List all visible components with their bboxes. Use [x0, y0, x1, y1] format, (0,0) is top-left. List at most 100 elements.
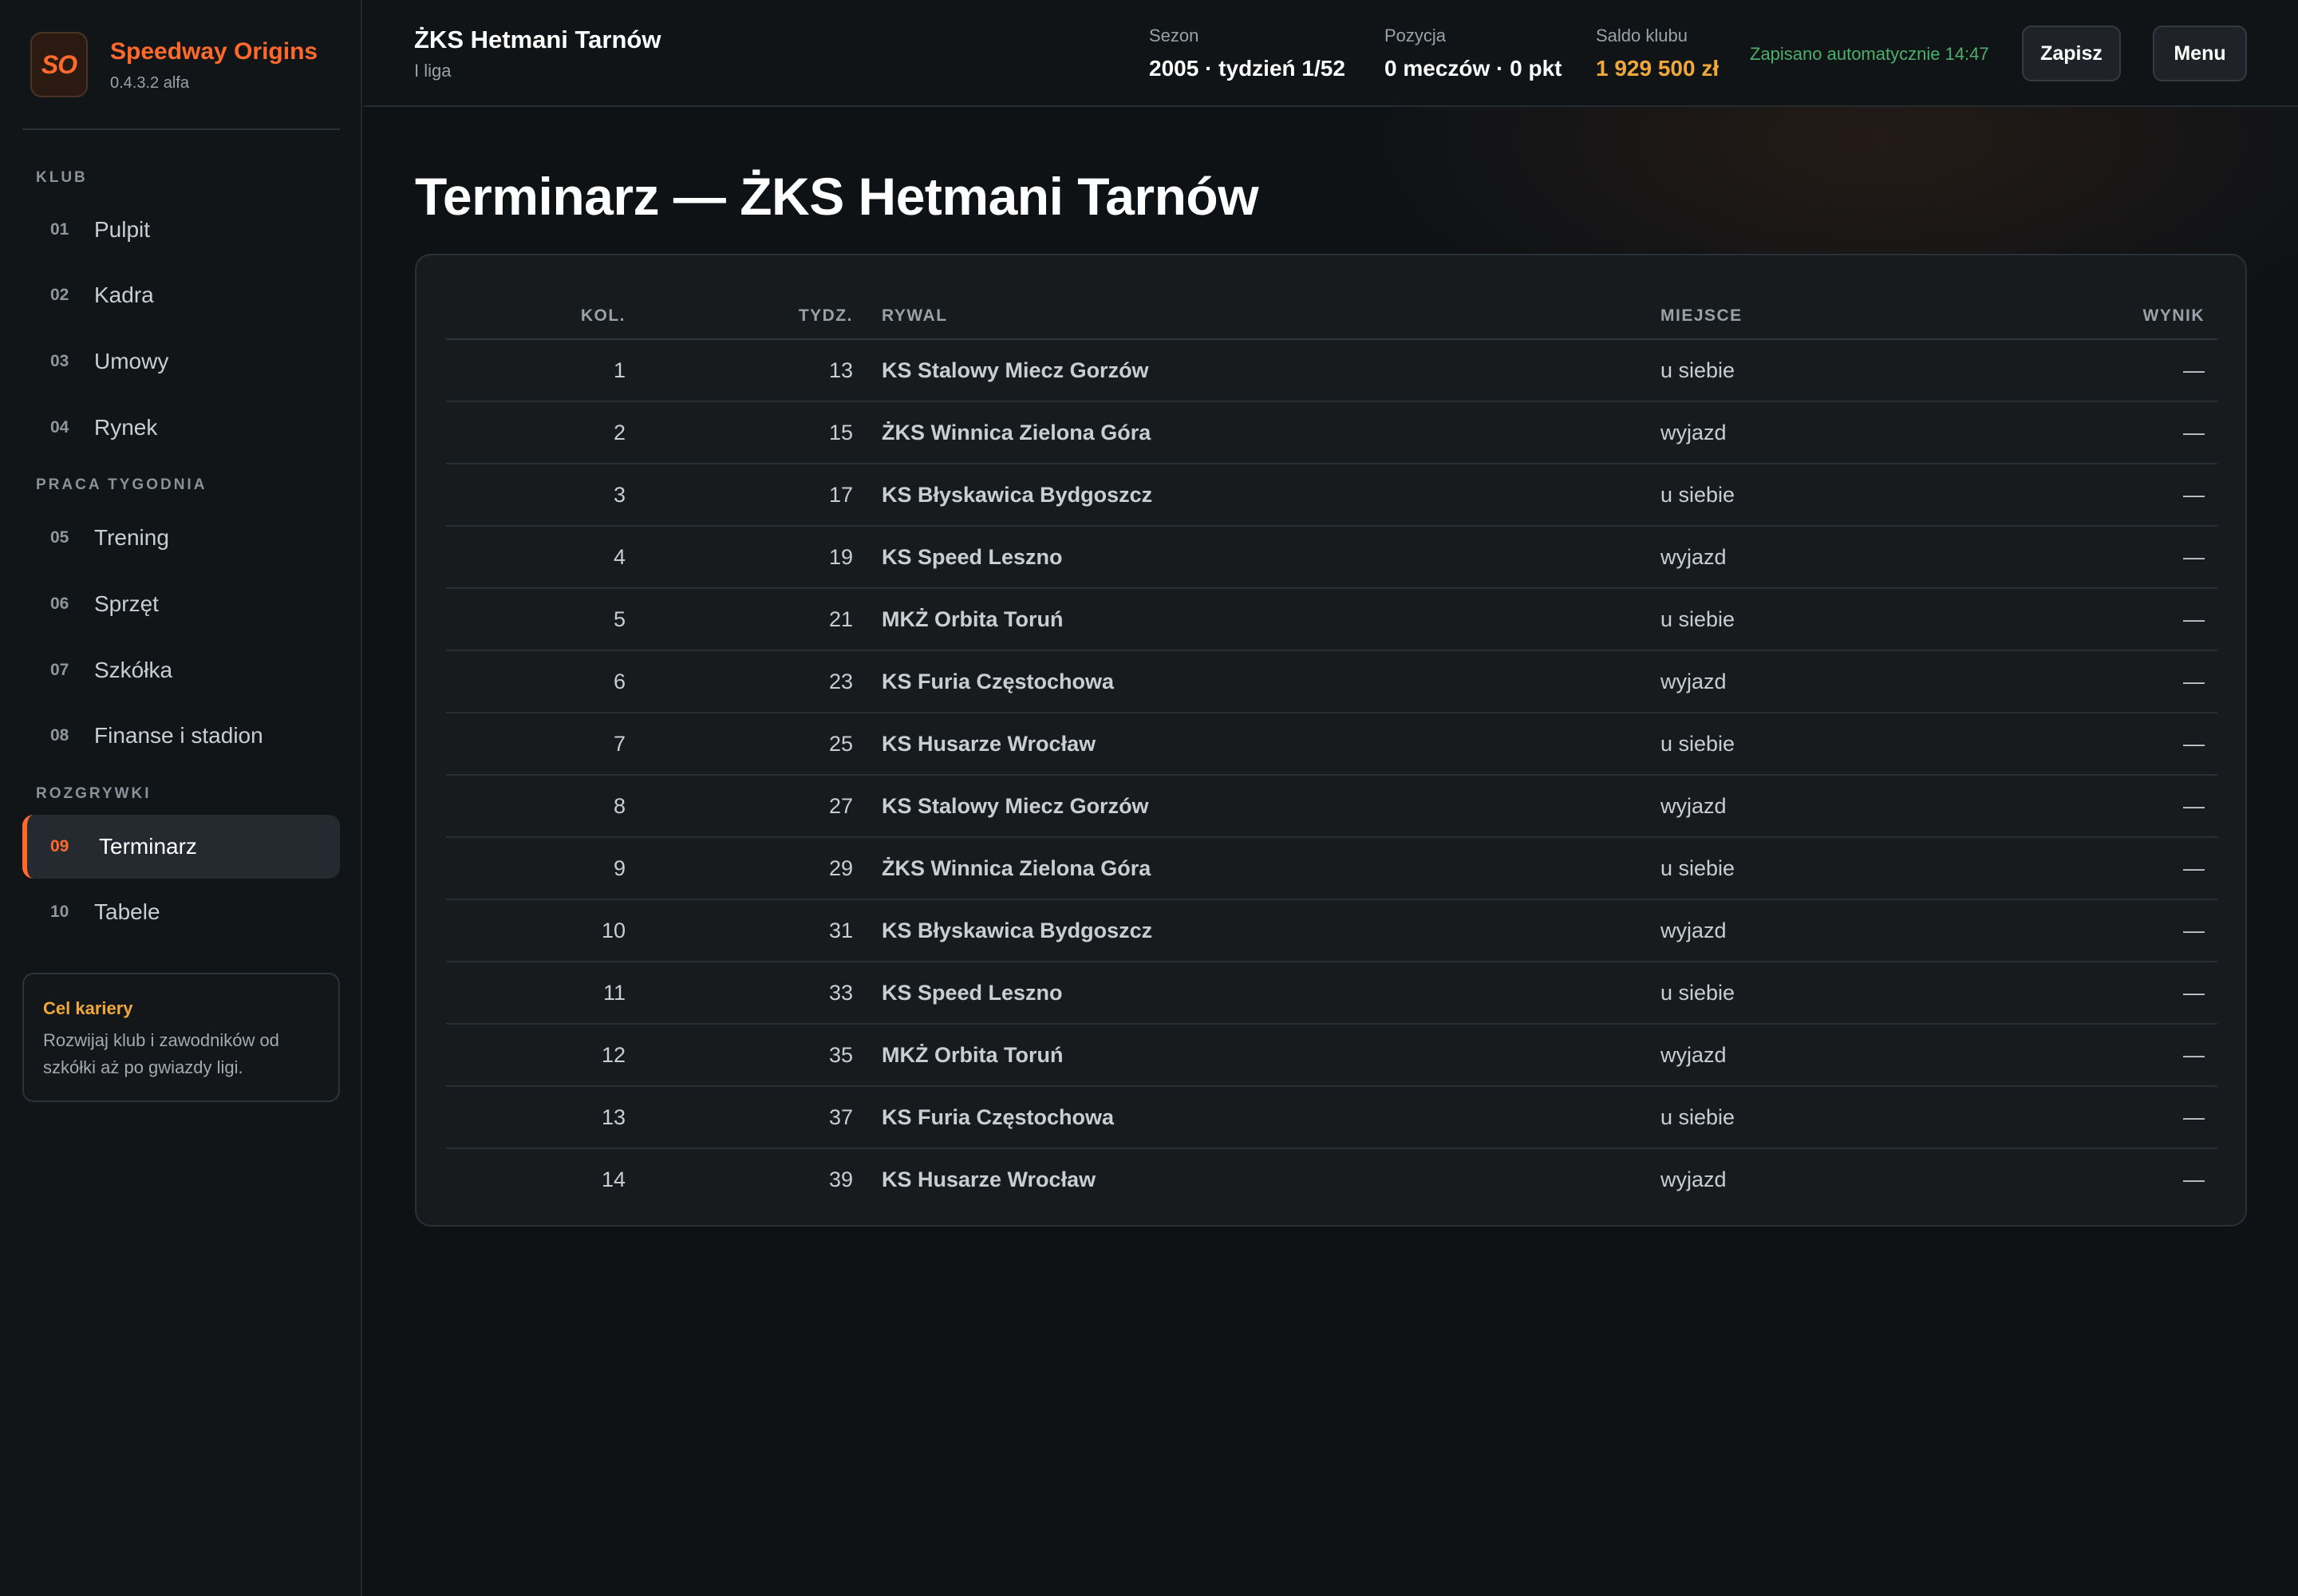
brand[interactable]: SO Speedway Origins 0.4.3.2 alfa [30, 32, 318, 97]
table-row[interactable]: 10 31 KS Błyskawica Bydgoszcz wyjazd — [446, 899, 2217, 962]
nav-number: 05 [50, 528, 69, 547]
nav-number: 08 [50, 726, 69, 745]
table-row[interactable]: 9 29 ŻKS Winnica Zielona Góra u siebie — [446, 837, 2217, 900]
cell-tydz: 15 [626, 401, 853, 464]
cell-miejsce: u siebie [1660, 464, 2085, 527]
cell-kol: 12 [446, 1024, 626, 1087]
save-button[interactable]: Zapisz [2022, 26, 2121, 81]
sidebar-item-pulpit[interactable]: 01 Pulpit [22, 198, 340, 262]
nav-label: Umowy [94, 349, 169, 373]
column-header-miejsce[interactable]: Miejsce [1660, 294, 2085, 340]
app-version: 0.4.3.2 alfa [110, 73, 189, 92]
column-header-kol[interactable]: Kol. [446, 294, 626, 340]
club-name: ŻKS Hetmani Tarnów [414, 26, 661, 53]
sidebar-item-sprzet[interactable]: 06 Sprzęt [22, 572, 340, 636]
nav-label: Sprzęt [94, 591, 159, 616]
app-logo: SO [30, 32, 88, 97]
table-row[interactable]: 11 33 KS Speed Leszno u siebie — [446, 962, 2217, 1025]
cell-wynik: — [2085, 899, 2217, 962]
cell-kol: 13 [446, 1086, 626, 1149]
cell-miejsce: wyjazd [1660, 1024, 2085, 1087]
table-row[interactable]: 12 35 MKŻ Orbita Toruń wyjazd — [446, 1024, 2217, 1087]
table-row[interactable]: 7 25 KS Husarze Wrocław u siebie — [446, 713, 2217, 776]
section-title-klub: Klub [36, 169, 88, 186]
cell-kol: 10 [446, 899, 626, 962]
nav-number: 09 [50, 837, 69, 855]
cell-tydz: 33 [626, 962, 853, 1025]
table-row[interactable]: 2 15 ŻKS Winnica Zielona Góra wyjazd — [446, 401, 2217, 464]
cell-kol: 7 [446, 713, 626, 776]
sidebar-item-szkolka[interactable]: 07 Szkółka [22, 638, 340, 702]
sidebar-item-finanse[interactable]: 08 Finanse i stadion [22, 704, 340, 768]
cell-tydz: 21 [626, 588, 853, 651]
position-stat: Pozycja 0 meczów · 0 pkt [1384, 26, 1562, 81]
sidebar-item-trening[interactable]: 05 Trening [22, 506, 340, 570]
cell-miejsce: u siebie [1660, 339, 2085, 402]
nav-label: Terminarz [99, 834, 197, 859]
nav-number: 04 [50, 418, 69, 437]
cell-rywal: ŻKS Winnica Zielona Góra [853, 401, 1660, 464]
cell-kol: 1 [446, 339, 626, 402]
cell-rywal: KS Błyskawica Bydgoszcz [853, 899, 1660, 962]
cell-rywal: KS Stalowy Miecz Gorzów [853, 339, 1660, 402]
cell-wynik: — [2183, 1167, 2205, 1191]
cell-rywal: ŻKS Winnica Zielona Góra [853, 837, 1660, 900]
page-title: Terminarz — ŻKS Hetmani Tarnów [415, 167, 1259, 226]
table-row[interactable]: 1 13 KS Stalowy Miecz Gorzów u siebie — [446, 339, 2217, 402]
cell-wynik: — [2085, 962, 2217, 1025]
table-row[interactable]: 3 17 KS Błyskawica Bydgoszcz u siebie — [446, 464, 2217, 527]
cell-wynik: — [2085, 1024, 2217, 1087]
table-row[interactable]: 5 21 MKŻ Orbita Toruń u siebie — [446, 588, 2217, 651]
menu-button[interactable]: Menu [2153, 26, 2247, 81]
cell-rywal: KS Furia Częstochowa [853, 1086, 1660, 1149]
cell-tydz: 29 [626, 837, 853, 900]
fixtures-card: Kol. Tydz. Rywal Miejsce Wynik 1 13 KS Sta… [415, 254, 2247, 1227]
column-header-rywal[interactable]: Rywal [853, 294, 1660, 340]
table-row[interactable]: 13 37 KS Furia Częstochowa u siebie — [446, 1086, 2217, 1149]
column-header-wynik[interactable]: Wynik [2085, 294, 2217, 340]
position-value: 0 meczów · 0 pkt [1384, 56, 1562, 81]
cell-miejsce: u siebie [1660, 962, 2085, 1025]
nav-label: Trening [94, 525, 169, 550]
cell-wynik: — [2085, 401, 2217, 464]
sidebar-item-umowy[interactable]: 03 Umowy [22, 330, 340, 393]
career-goal-title: Cel kariery [43, 998, 133, 1018]
sidebar-item-rynek[interactable]: 04 Rynek [22, 396, 340, 460]
section-title-rozgrywki: Rozgrywki [36, 785, 152, 802]
career-goal-text: Rozwijaj klub i zawodników od szkółki aż… [43, 1030, 279, 1077]
cell-tydz: 39 [828, 1167, 853, 1191]
cell-miejsce: wyjazd [1660, 1167, 1727, 1191]
cell-miejsce: wyjazd [1660, 526, 2085, 589]
sidebar-item-kadra[interactable]: 02 Kadra [22, 263, 340, 327]
cell-kol: 6 [446, 650, 626, 713]
cell-rywal: KS Furia Częstochowa [853, 650, 1660, 713]
app-name: Speedway Origins [110, 38, 318, 65]
cell-tydz: 17 [626, 464, 853, 527]
cell-rywal: MKŻ Orbita Toruń [853, 588, 1660, 651]
cell-miejsce: wyjazd [1660, 775, 2085, 838]
nav-number: 02 [50, 286, 69, 304]
season-label: Sezon [1149, 26, 1199, 45]
column-header-tydz[interactable]: Tydz. [626, 294, 853, 340]
cell-tydz: 23 [626, 650, 853, 713]
cell-kol: 3 [446, 464, 626, 527]
cell-tydz: 19 [626, 526, 853, 589]
table-row[interactable]: 8 27 KS Stalowy Miecz Gorzów wyjazd — [446, 775, 2217, 838]
nav-label: Kadra [94, 282, 154, 307]
table-row[interactable]: 4 19 KS Speed Leszno wyjazd — [446, 526, 2217, 589]
season-value: 2005 · tydzień 1/52 [1149, 56, 1345, 81]
fixtures-body: 1 13 KS Stalowy Miecz Gorzów u siebie —2 15 ŻK… [446, 339, 2217, 1210]
table-row[interactable]: 6 23 KS Furia Częstochowa wyjazd — [446, 650, 2217, 713]
cell-wynik: — [2085, 713, 2217, 776]
cell-wynik: — [2085, 837, 2217, 900]
table-row[interactable]: 14 39 KS Husarze Wrocław wyjazd — [446, 1148, 2217, 1210]
career-goal-card: Cel kariery Rozwijaj klub i zawodników o… [22, 973, 340, 1102]
cell-kol: 14 [601, 1167, 626, 1191]
cell-rywal: MKŻ Orbita Toruń [853, 1024, 1660, 1087]
sidebar-item-tabele[interactable]: 10 Tabele [22, 880, 340, 944]
fixtures-table: Kol. Tydz. Rywal Miejsce Wynik 1 13 KS Sta… [446, 294, 2217, 1210]
nav-number: 10 [50, 903, 69, 921]
sidebar-item-terminarz[interactable]: 09 Terminarz [22, 815, 340, 879]
nav-label: Tabele [94, 899, 160, 924]
cell-tydz: 27 [626, 775, 853, 838]
